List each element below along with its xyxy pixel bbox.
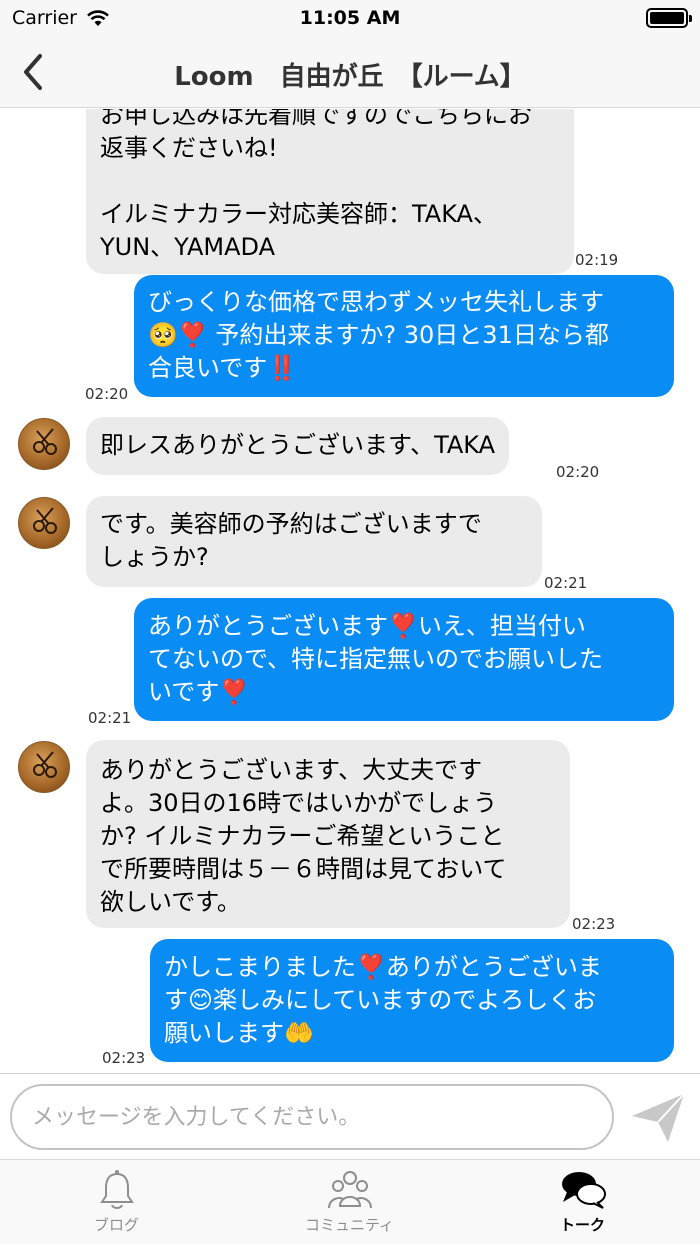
message-bubble-outgoing[interactable]: ありがとうございます❣️いえ、担当付い てないので、特に指定無いのでお願いした … (134, 598, 674, 721)
message-time: 02:23 (572, 915, 616, 933)
page-title: Loom 自由が丘 【ルーム】 (174, 62, 526, 92)
message-time: 02:20 (556, 463, 600, 481)
message-time: 02:21 (544, 574, 588, 592)
avatar[interactable] (18, 497, 70, 549)
message-time: 02:23 (102, 1049, 146, 1067)
people-icon (326, 1168, 374, 1216)
tab-talk[interactable]: トーク (466, 1160, 699, 1244)
tab-bar: ブログ コミュニティ トーク (0, 1159, 700, 1244)
tab-label: ブログ (93, 1216, 139, 1234)
chat-bubbles-icon (559, 1168, 607, 1216)
message-time: 02:19 (575, 251, 619, 269)
send-button[interactable] (628, 1088, 688, 1148)
status-time: 11:05 AM (299, 7, 401, 29)
chat-thread[interactable]: お申し込みは先着順ですのでこちらにお 返事くださいね! イルミナカラー対応美容師… (0, 109, 700, 1073)
message-input[interactable] (10, 1084, 614, 1150)
message-bubble-incoming[interactable]: お申し込みは先着順ですのでこちらにお 返事くださいね! イルミナカラー対応美容師… (86, 109, 574, 274)
tab-label: コミュニティ (304, 1216, 395, 1234)
navigation-bar: Loom 自由が丘 【ルーム】 (0, 36, 700, 108)
message-bubble-outgoing[interactable]: びっくりな価格で思わずメッセ失礼します 🥺❣️ 予約出来ますか? 30日と31日… (134, 275, 674, 397)
avatar[interactable] (18, 418, 70, 470)
battery-icon (646, 8, 692, 28)
message-time: 02:20 (85, 385, 129, 403)
message-composer (0, 1073, 700, 1159)
message-time: 02:21 (88, 709, 132, 727)
tab-blog[interactable]: ブログ (0, 1160, 233, 1244)
paper-plane-icon (632, 1093, 685, 1142)
tab-community[interactable]: コミュニティ (233, 1160, 466, 1244)
message-bubble-incoming[interactable]: です。美容師の予約はございますで しょうか? (86, 496, 542, 587)
bell-icon (97, 1168, 137, 1216)
message-bubble-incoming[interactable]: ありがとうございます、大丈夫です よ。30日の16時ではいかがでしょう か? イ… (86, 740, 570, 928)
avatar[interactable] (18, 741, 70, 793)
tab-label: トーク (559, 1216, 605, 1234)
message-bubble-incoming[interactable]: 即レスありがとうございます、TAKA (86, 417, 510, 475)
message-bubble-outgoing[interactable]: かしこまりました❣️ありがとうございま す😊楽しみにしていますのでよろしくお 願… (150, 939, 674, 1062)
status-bar: Carrier 11:05 AM (0, 0, 700, 36)
